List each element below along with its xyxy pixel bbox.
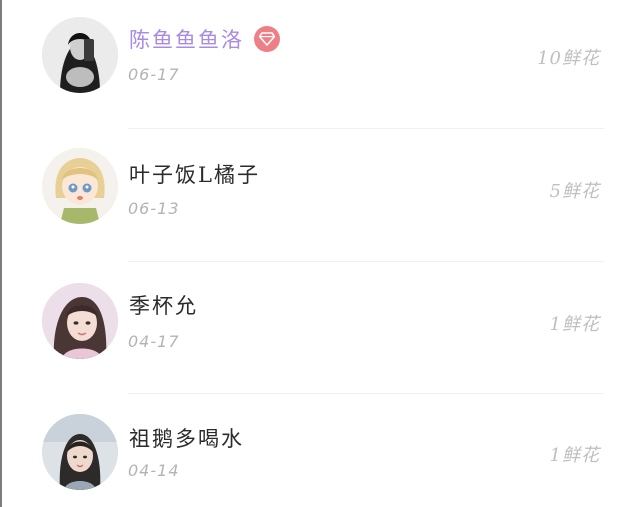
flower-count: 1鲜花 [549, 314, 600, 335]
date-label: 06-17 [128, 65, 180, 84]
avatar-image [42, 148, 118, 224]
avatar[interactable] [42, 414, 118, 490]
name-group: 陈鱼鱼鱼洛 [129, 24, 280, 54]
divider [128, 261, 604, 262]
list-item[interactable]: 陈鱼鱼鱼洛 06-17 10鲜花 [2, 0, 638, 120]
flower-count: 1鲜花 [549, 445, 600, 466]
user-name[interactable]: 陈鱼鱼鱼洛 [129, 24, 244, 54]
list-item[interactable]: 季杯允 04-17 1鲜花 [2, 264, 638, 384]
avatar[interactable] [42, 283, 118, 359]
name-group: 祖鹅多喝水 [129, 423, 244, 453]
user-name[interactable]: 季杯允 [129, 290, 198, 320]
avatar-image [42, 414, 118, 490]
date-label: 04-17 [128, 332, 180, 351]
user-name[interactable]: 祖鹅多喝水 [129, 423, 244, 453]
avatar[interactable] [42, 148, 118, 224]
list-item[interactable]: 叶子饭L橘子 06-13 5鲜花 [2, 131, 638, 251]
list-item[interactable]: 祖鹅多喝水 04-14 1鲜花 [2, 397, 638, 507]
flower-count: 10鲜花 [537, 48, 600, 69]
divider [128, 393, 604, 394]
flower-gift-list-page: 陈鱼鱼鱼洛 06-17 10鲜花 叶子饭L橘子 06-13 5鲜花 季杯允 04… [0, 0, 640, 507]
date-label: 06-13 [128, 199, 180, 218]
date-label: 04-14 [128, 461, 180, 480]
name-group: 叶子饭L橘子 [129, 159, 260, 189]
flower-count: 5鲜花 [549, 181, 600, 202]
avatar-image [42, 283, 118, 359]
name-group: 季杯允 [129, 290, 198, 320]
divider [128, 128, 604, 129]
diamond-icon [254, 26, 280, 52]
user-name[interactable]: 叶子饭L橘子 [129, 159, 260, 189]
avatar-image [42, 17, 118, 93]
avatar[interactable] [42, 17, 118, 93]
